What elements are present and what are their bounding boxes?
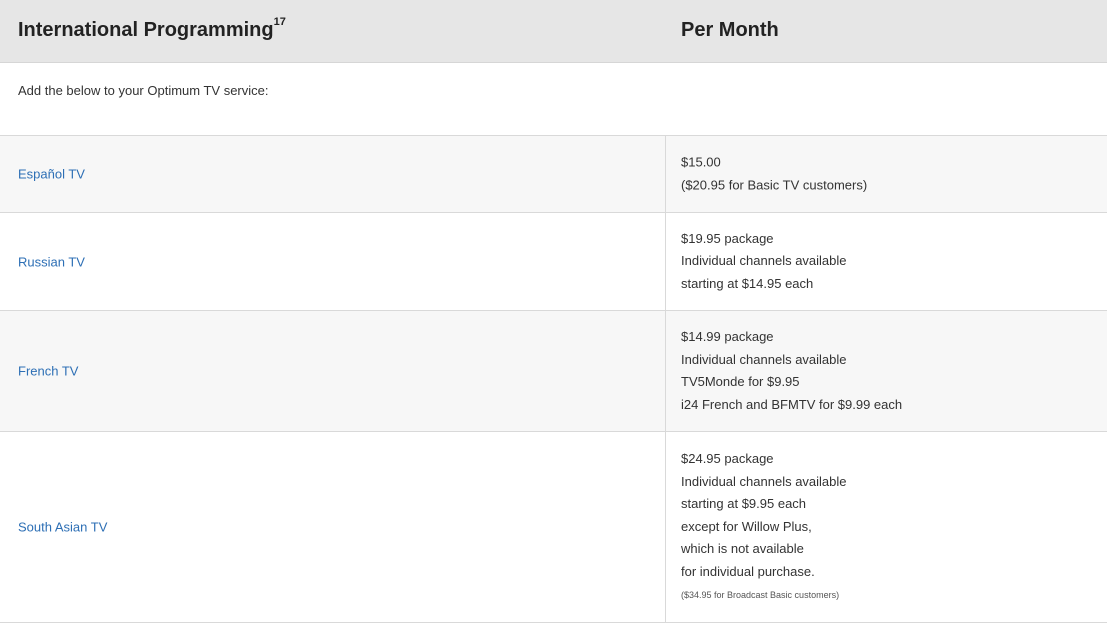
table-row-south-asian-tv: South Asian TV $24.95 package Individual…: [0, 432, 1107, 623]
price-line: for individual purchase.: [681, 564, 815, 580]
price-line: $19.95 package: [681, 230, 774, 246]
price-line: Individual channels available: [681, 351, 847, 367]
french-tv-link[interactable]: French TV: [18, 364, 78, 379]
price-lines: $24.95 package Individual channels avail…: [681, 448, 847, 606]
intro-text: Add the below to your Optimum TV service…: [18, 83, 269, 98]
price-line: i24 French and BFMTV for $9.99 each: [681, 396, 903, 412]
international-programming-table: International Programming17 Per Month Ad…: [0, 0, 1107, 623]
per-month-header: Per Month: [681, 19, 779, 41]
price-lines: $14.99 package Individual channels avail…: [681, 326, 902, 416]
price-footnote: ($34.95 for Broadcast Basic customers): [681, 589, 840, 600]
russian-tv-link[interactable]: Russian TV: [18, 254, 85, 269]
price-line: $24.95 package: [681, 451, 774, 467]
price-line: $14.99 package: [681, 328, 774, 344]
intro-row: Add the below to your Optimum TV service…: [0, 63, 1107, 136]
table-row-russian-tv: Russian TV $19.95 package Individual cha…: [0, 213, 1107, 311]
price-lines: $15.00 ($20.95 for Basic TV customers): [681, 151, 867, 196]
espanol-tv-link[interactable]: Español TV: [18, 167, 85, 182]
price-line: ($20.95 for Basic TV customers): [681, 177, 868, 192]
price-cell: $15.00 ($20.95 for Basic TV customers): [665, 136, 1107, 212]
table-title: International Programming17: [18, 16, 286, 42]
price-lines: $19.95 package Individual channels avail…: [681, 228, 847, 296]
price-cell: $24.95 package Individual channels avail…: [665, 432, 1107, 622]
price-line: except for Willow Plus,: [681, 519, 812, 534]
price-line: which is not available: [681, 541, 804, 557]
table-row-espanol-tv: Español TV $15.00 ($20.95 for Basic TV c…: [0, 136, 1107, 213]
price-line: TV5Monde for $9.95: [681, 374, 800, 389]
footnote-marker: 17: [273, 16, 286, 29]
table-title-text: International Programming: [18, 19, 274, 41]
table-header: International Programming17 Per Month: [0, 0, 1107, 63]
price-cell: $14.99 package Individual channels avail…: [665, 311, 1107, 431]
table-row-french-tv: French TV $14.99 package Individual chan…: [0, 311, 1107, 432]
price-line: Individual channels available: [681, 473, 847, 489]
price-cell: $19.95 package Individual channels avail…: [665, 213, 1107, 310]
south-asian-tv-link[interactable]: South Asian TV: [18, 520, 107, 535]
price-line: starting at $9.95 each: [681, 496, 807, 512]
price-line: Individual channels available: [681, 253, 847, 269]
price-line: $15.00: [681, 154, 721, 170]
price-line: starting at $14.95 each: [681, 275, 814, 291]
